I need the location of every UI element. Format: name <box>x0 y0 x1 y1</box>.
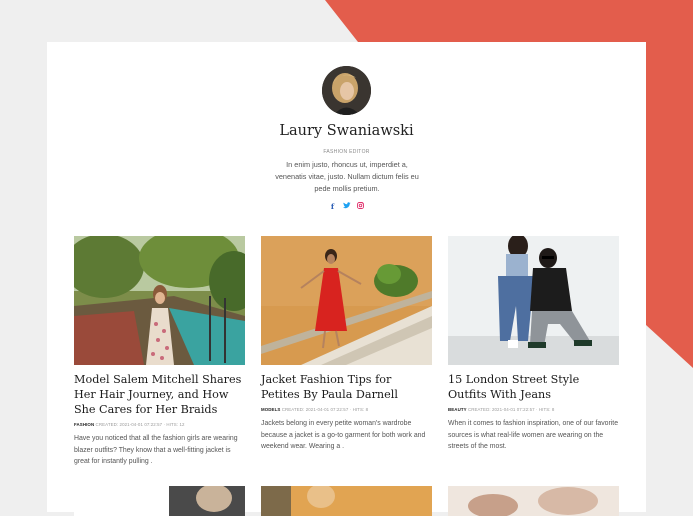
article-meta: FASHION CREATED: 2021-04-01 07:22:57 · H… <box>74 422 245 427</box>
article-thumbnail[interactable] <box>74 236 245 365</box>
article-thumbnail[interactable] <box>74 486 245 516</box>
article-card[interactable]: Model Salem Mitchell Shares Her Hair Jou… <box>74 236 245 468</box>
article-excerpt: Jackets belong in every petite woman's w… <box>261 420 426 451</box>
article-meta: MODELS CREATED: 2021-04-01 07:22:57 · HI… <box>261 407 432 412</box>
article-category[interactable]: FASHION <box>74 422 94 427</box>
social-links: f <box>47 202 646 212</box>
article-category[interactable]: MODELS <box>261 407 280 412</box>
article-card[interactable]: 15 London Street Style Outfits With Jean… <box>448 236 619 453</box>
article-meta: BEAUTY CREATED: 2021-04-01 07:22:57 · HI… <box>448 407 619 412</box>
instagram-icon[interactable] <box>354 202 368 212</box>
article-excerpt: When it comes to fashion inspiration, on… <box>448 420 619 451</box>
author-card: Laury Swaniawski FASHION EDITOR In enim … <box>47 42 646 516</box>
article-thumbnail[interactable] <box>261 236 432 365</box>
article-category[interactable]: BEAUTY <box>448 407 467 412</box>
article-thumbnail[interactable] <box>261 486 432 516</box>
article-card[interactable]: Jacket Fashion Tips for Petites By Paula… <box>261 236 432 453</box>
article-meta-info: CREATED: 2021-04-01 07:22:57 · HITS: 12 <box>95 422 185 427</box>
article-title[interactable]: Model Salem Mitchell Shares Her Hair Jou… <box>74 372 245 417</box>
facebook-icon[interactable]: f <box>326 202 340 212</box>
author-avatar[interactable] <box>322 66 371 115</box>
article-title[interactable]: Jacket Fashion Tips for Petites By Paula… <box>261 372 432 402</box>
article-thumbnail[interactable] <box>448 486 619 516</box>
article-thumbnail[interactable] <box>448 236 619 365</box>
article-title[interactable]: 15 London Street Style Outfits With Jean… <box>448 372 619 402</box>
article-meta-info: CREATED: 2021-04-01 07:22:57 · HITS: 8 <box>281 407 369 412</box>
twitter-icon[interactable] <box>340 202 354 212</box>
author-role: FASHION EDITOR <box>323 149 370 155</box>
author-name: Laury Swaniawski <box>279 123 414 139</box>
article-excerpt: Have you noticed that all the fashion gi… <box>74 435 238 466</box>
article-meta-info: CREATED: 2021-04-01 07:22:57 · HITS: 8 <box>467 407 555 412</box>
author-bio: In enim justo, rhoncus ut, imperdiet a, … <box>275 160 419 193</box>
